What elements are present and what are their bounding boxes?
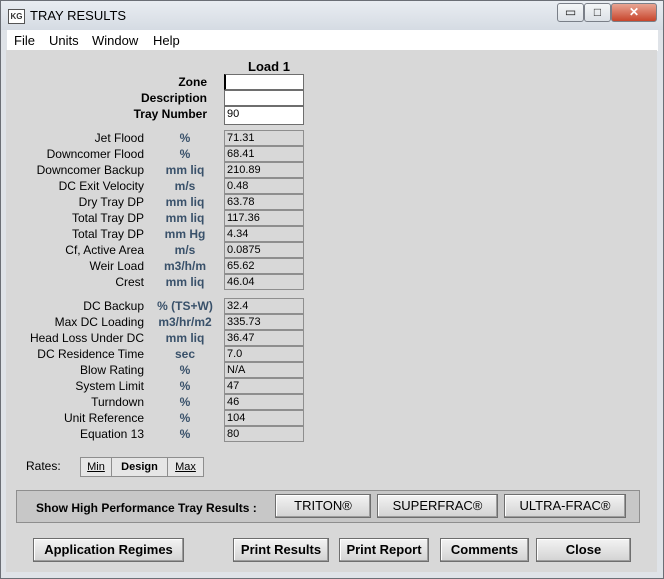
- triton-button[interactable]: TRITON®: [275, 494, 371, 518]
- group1-unit: m/s: [174, 243, 196, 257]
- group2-unit: mm liq: [165, 331, 205, 345]
- window-title: TRAY RESULTS: [30, 8, 127, 23]
- group1-unit: m3/h/m: [163, 259, 206, 273]
- comments-button[interactable]: Comments: [440, 538, 529, 562]
- group1-label: Crest: [115, 275, 144, 289]
- group2-value: 104: [224, 410, 304, 426]
- menu-window[interactable]: Window: [92, 33, 138, 48]
- minimize-button[interactable]: ▭: [557, 3, 584, 22]
- group2-value: 47: [224, 378, 304, 394]
- close-window-button[interactable]: ✕: [611, 3, 657, 22]
- group1-label: Weir Load: [89, 259, 144, 273]
- group2-value: 36.47: [224, 330, 304, 346]
- zone-label: Zone: [178, 75, 207, 89]
- group2-unit: m3/hr/m2: [158, 315, 212, 329]
- group1-value: 117.36: [224, 210, 304, 226]
- group1-value: 0.0875: [224, 242, 304, 258]
- menu-help[interactable]: Help: [153, 33, 180, 48]
- group1-unit: mm liq: [165, 195, 205, 209]
- rate-design-button[interactable]: Design: [111, 457, 168, 477]
- rate-min-button[interactable]: Min: [80, 457, 112, 477]
- group1-value: 4.34: [224, 226, 304, 242]
- group2-label: Blow Rating: [79, 363, 144, 377]
- app-logo-icon: KG: [8, 9, 25, 24]
- group1-value: 0.48: [224, 178, 304, 194]
- tray-number-input[interactable]: 90: [224, 106, 304, 125]
- group2-unit: %: [179, 427, 191, 441]
- group1-unit: mm Hg: [164, 227, 206, 241]
- print-results-button[interactable]: Print Results: [233, 538, 329, 562]
- group1-value: 71.31: [224, 130, 304, 146]
- group2-unit: % (TS+W): [157, 299, 213, 313]
- application-regimes-button[interactable]: Application Regimes: [33, 538, 184, 562]
- group2-value: 32.4: [224, 298, 304, 314]
- group2-unit: %: [179, 363, 191, 377]
- group1-label: Dry Tray DP: [78, 195, 144, 209]
- group1-value: 65.62: [224, 258, 304, 274]
- group1-value: 210.89: [224, 162, 304, 178]
- group2-label: Equation 13: [79, 427, 144, 441]
- group2-value: 7.0: [224, 346, 304, 362]
- maximize-button[interactable]: □: [584, 3, 611, 22]
- print-report-button[interactable]: Print Report: [339, 538, 429, 562]
- group2-unit: %: [179, 411, 191, 425]
- superfrac-button[interactable]: SUPERFRAC®: [377, 494, 498, 518]
- close-button[interactable]: Close: [536, 538, 631, 562]
- description-input[interactable]: [224, 90, 304, 106]
- group2-label: Max DC Loading: [54, 315, 144, 329]
- zone-input[interactable]: [224, 74, 304, 90]
- group1-label: DC Exit Velocity: [58, 179, 144, 193]
- group1-value: 46.04: [224, 274, 304, 290]
- group1-label: Downcomer Flood: [46, 147, 144, 161]
- close-icon: ✕: [628, 5, 640, 19]
- group2-unit: %: [179, 379, 191, 393]
- description-label: Description: [140, 91, 207, 105]
- rates-label: Rates:: [26, 459, 61, 473]
- group2-label: Head Loss Under DC: [29, 331, 144, 345]
- menu-units[interactable]: Units: [49, 33, 79, 48]
- group2-value: 335.73: [224, 314, 304, 330]
- title-bar: KG TRAY RESULTS ▭ □ ✕: [1, 1, 663, 30]
- group1-value: 63.78: [224, 194, 304, 210]
- menu-bar: File Units Window Help: [7, 30, 658, 51]
- group1-unit: %: [179, 147, 191, 161]
- column-header-load: Load 1: [248, 59, 290, 74]
- group1-unit: mm liq: [165, 211, 205, 225]
- group1-unit: mm liq: [165, 275, 205, 289]
- group1-label: Downcomer Backup: [36, 163, 144, 177]
- group1-unit: m/s: [174, 179, 196, 193]
- group1-label: Total Tray DP: [71, 227, 144, 241]
- high-performance-label: Show High Performance Tray Results :: [36, 501, 257, 515]
- group1-unit: %: [179, 131, 191, 145]
- rate-max-button[interactable]: Max: [167, 457, 204, 477]
- group2-label: Unit Reference: [63, 411, 144, 425]
- group1-label: Cf, Active Area: [65, 243, 144, 257]
- group1-label: Jet Flood: [94, 131, 144, 145]
- group2-value: N/A: [224, 362, 304, 378]
- ultrafrac-button[interactable]: ULTRA-FRAC®: [504, 494, 626, 518]
- tray-number-label: Tray Number: [133, 107, 207, 121]
- group2-label: Turndown: [91, 395, 144, 409]
- group2-unit: sec: [174, 347, 196, 361]
- group2-label: DC Backup: [83, 299, 144, 313]
- group1-unit: mm liq: [165, 163, 205, 177]
- maximize-icon: □: [593, 5, 602, 19]
- group1-label: Total Tray DP: [71, 211, 144, 225]
- group1-value: 68.41: [224, 146, 304, 162]
- menu-file[interactable]: File: [14, 33, 35, 48]
- group2-label: DC Residence Time: [37, 347, 144, 361]
- minimize-icon: ▭: [564, 5, 577, 19]
- group2-value: 46: [224, 394, 304, 410]
- group2-unit: %: [179, 395, 191, 409]
- group2-value: 80: [224, 426, 304, 442]
- group2-label: System Limit: [75, 379, 144, 393]
